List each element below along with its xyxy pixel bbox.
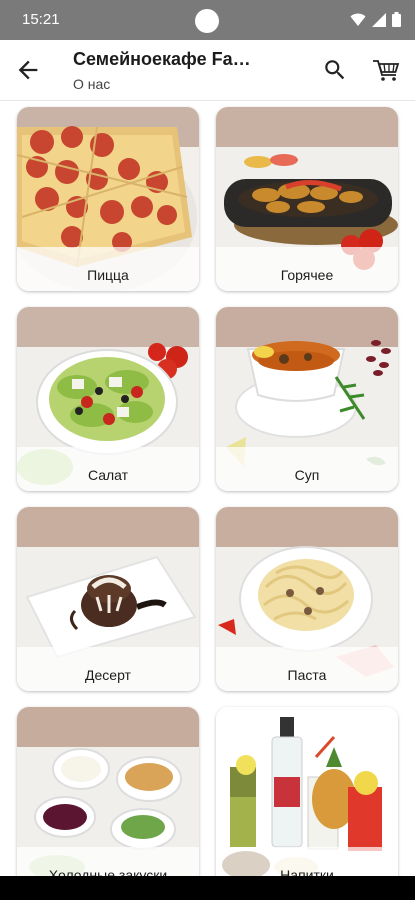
- cellular-signal-icon: [372, 12, 386, 27]
- search-icon: [325, 60, 345, 80]
- category-label: Суп: [294, 467, 320, 483]
- system-navigation-bar: [0, 876, 415, 900]
- page-subtitle: О нас: [73, 76, 111, 92]
- category-label: Пицца: [87, 267, 129, 283]
- battery-icon: [392, 12, 401, 27]
- app-bar: Семейноекафе Fa… О нас: [0, 40, 415, 101]
- arrow-back-icon: [18, 60, 38, 80]
- search-button[interactable]: [322, 57, 348, 83]
- category-card-dessert[interactable]: Десерт: [17, 507, 199, 691]
- category-card-salad[interactable]: Салат: [17, 307, 199, 491]
- category-label: Холодные закуски: [48, 867, 168, 876]
- camera-cutout: [195, 9, 219, 33]
- status-time: 15:21: [22, 11, 60, 28]
- category-label: Горячее: [280, 267, 334, 283]
- category-card-pasta[interactable]: Паста: [216, 507, 398, 691]
- category-card-pizza[interactable]: Пицца: [17, 107, 199, 291]
- status-icons: [350, 12, 401, 27]
- page-title: Семейноекафе Fa…: [73, 49, 251, 69]
- category-label: Напитки: [280, 867, 334, 876]
- category-card-drinks[interactable]: Напитки: [216, 707, 398, 876]
- category-label: Салат: [87, 467, 129, 483]
- category-label: Паста: [287, 667, 327, 683]
- status-bar: 15:21: [0, 0, 415, 40]
- category-card-soup[interactable]: Суп: [216, 307, 398, 491]
- category-card-cold-appetizers[interactable]: Холодные закуски: [17, 707, 199, 876]
- cart-button[interactable]: [371, 55, 401, 85]
- shopping-cart-icon: [373, 60, 400, 81]
- category-card-hot-dishes[interactable]: Горячее: [216, 107, 398, 291]
- wifi-icon: [350, 13, 366, 26]
- category-grid: Пицца Горячее Салат Суп Десерт Паста Хол…: [0, 100, 415, 876]
- back-button[interactable]: [14, 56, 42, 84]
- category-label: Десерт: [85, 667, 131, 683]
